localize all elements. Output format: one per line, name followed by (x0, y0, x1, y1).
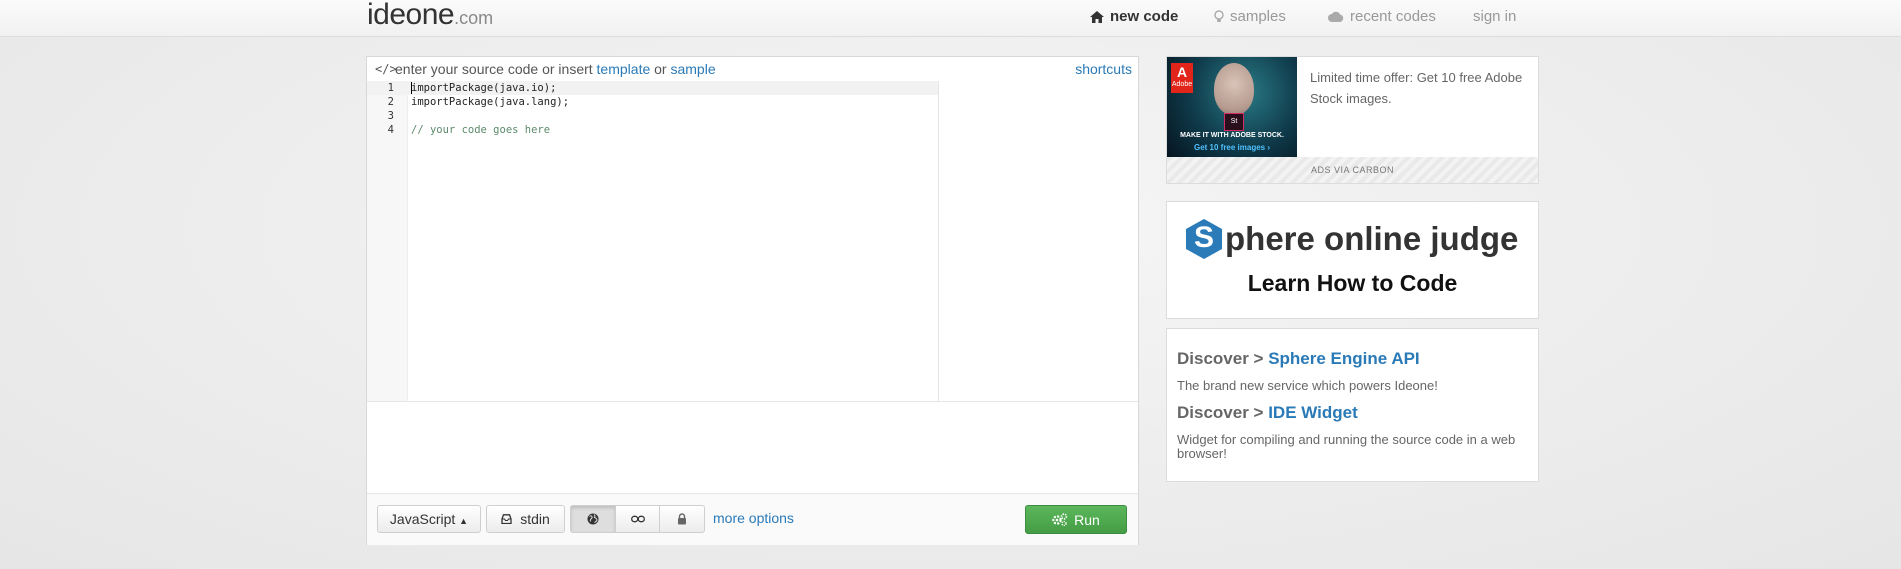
adobe-logo-text: Adobe (1171, 81, 1193, 88)
stdin-button[interactable]: stdin (486, 505, 565, 533)
discover-prefix: Discover > (1177, 403, 1269, 422)
top-bar: ideone.com new code samples recent codes… (0, 0, 1901, 37)
code-line: 2 importPackage(java.lang); (367, 95, 938, 109)
run-button[interactable]: Run (1025, 505, 1127, 534)
stdin-input-area[interactable] (367, 401, 1138, 494)
lightbulb-icon (1214, 9, 1224, 22)
line-number: 2 (387, 96, 394, 108)
cloud-icon (1328, 11, 1344, 22)
sphere-engine-api-link[interactable]: Sphere Engine API (1268, 349, 1419, 368)
globe-icon (587, 513, 599, 525)
discover-prefix: Discover > (1177, 349, 1269, 368)
line-text: importPackage(java.lang); (411, 96, 570, 108)
spoj-title-text: phere online judge (1225, 220, 1519, 257)
code-line: 4 // your code goes here (367, 123, 938, 137)
visibility-hidden-button[interactable] (616, 506, 661, 532)
shortcuts-link[interactable]: shortcuts (1075, 57, 1132, 81)
ideone-logo[interactable]: ideone.com (367, 0, 493, 32)
adobe-logo: A Adobe (1171, 63, 1193, 93)
home-icon (1090, 10, 1104, 23)
lock-icon (678, 513, 687, 525)
visibility-toggle-group (570, 505, 705, 533)
nav-sign-in-label: sign in (1473, 8, 1517, 25)
text-cursor (411, 82, 412, 94)
stdin-label: stdin (520, 511, 550, 527)
nav-samples-label: samples (1230, 8, 1286, 25)
editor-panel: </> enter your source code or insert tem… (366, 56, 1139, 545)
sample-link[interactable]: sample (670, 61, 715, 77)
ad-caption: MAKE IT WITH ADOBE STOCK. (1180, 132, 1284, 139)
logo-main: ideone (367, 0, 455, 31)
spoj-banner[interactable]: S phere online judge Learn How to Code (1166, 201, 1539, 319)
line-number: 3 (387, 110, 394, 122)
spoj-logo-letter: S (1193, 221, 1214, 254)
carbon-ad[interactable]: A Adobe St MAKE IT WITH ADOBE STOCK. Get … (1166, 56, 1539, 184)
spoj-subtitle: Learn How to Code (1247, 270, 1458, 296)
template-link[interactable]: template (597, 61, 651, 77)
nav-sign-in[interactable]: sign in (1473, 8, 1516, 25)
ad-text[interactable]: Limited time offer: Get 10 free Adobe St… (1310, 67, 1525, 109)
line-text: importPackage(java.io); (411, 82, 557, 94)
stock-badge: St (1224, 113, 1244, 131)
or-text: or (654, 61, 667, 77)
line-number: 4 (387, 124, 394, 136)
logo-domain: .com (454, 8, 494, 28)
nav-new-code[interactable]: new code (1090, 8, 1178, 25)
line-text-comment: // your code goes here (411, 124, 551, 136)
ad-portrait (1214, 63, 1254, 115)
language-select-button[interactable]: JavaScript ▲ (377, 505, 481, 533)
gears-icon (1052, 513, 1068, 526)
ad-image[interactable]: A Adobe St MAKE IT WITH ADOBE STOCK. Get … (1167, 57, 1297, 157)
discover-box: Discover > Sphere Engine API The brand n… (1166, 328, 1539, 482)
nav-recent-codes[interactable]: recent codes (1328, 8, 1436, 25)
visibility-public-button[interactable] (571, 506, 616, 532)
code-icon: </> (375, 62, 397, 76)
inbox-icon (501, 514, 512, 524)
link-icon (630, 515, 645, 523)
run-label: Run (1074, 511, 1100, 528)
editor-header: </> enter your source code or insert tem… (367, 57, 1138, 81)
code-line: 1 importPackage(java.io); (367, 81, 938, 95)
editor-divider[interactable] (938, 81, 939, 401)
caret-up-icon: ▲ (459, 516, 469, 526)
discover-description: Widget for compiling and running the sou… (1177, 432, 1516, 461)
code-editor[interactable]: 1 importPackage(java.io); 2 importPackag… (367, 81, 1138, 401)
visibility-private-button[interactable] (660, 506, 704, 532)
nav-recent-codes-label: recent codes (1350, 8, 1436, 25)
ide-widget-link[interactable]: IDE Widget (1268, 403, 1358, 422)
code-line: 3 (367, 109, 938, 123)
ad-footer: ADS VIA CARBON (1167, 157, 1538, 183)
ads-via-carbon[interactable]: ADS VIA CARBON (1311, 165, 1394, 175)
discover-heading: Discover > IDE Widget (1177, 403, 1358, 423)
nav-new-code-label: new code (1110, 8, 1179, 25)
ad-cta: Get 10 free images › (1193, 143, 1271, 152)
language-label: JavaScript (389, 511, 456, 527)
more-options-link[interactable]: more options (713, 510, 794, 526)
nav-samples[interactable]: samples (1214, 8, 1286, 25)
discover-description: The brand new service which powers Ideon… (1177, 378, 1438, 393)
editor-prompt: enter your source code or insert templat… (395, 57, 716, 81)
discover-heading: Discover > Sphere Engine API (1177, 349, 1420, 369)
spoj-title: S phere online judge (1185, 218, 1518, 260)
prompt-text: enter your source code or insert (395, 61, 593, 77)
editor-footer: JavaScript ▲ stdin more options Run (367, 493, 1138, 545)
line-number: 1 (387, 82, 394, 94)
